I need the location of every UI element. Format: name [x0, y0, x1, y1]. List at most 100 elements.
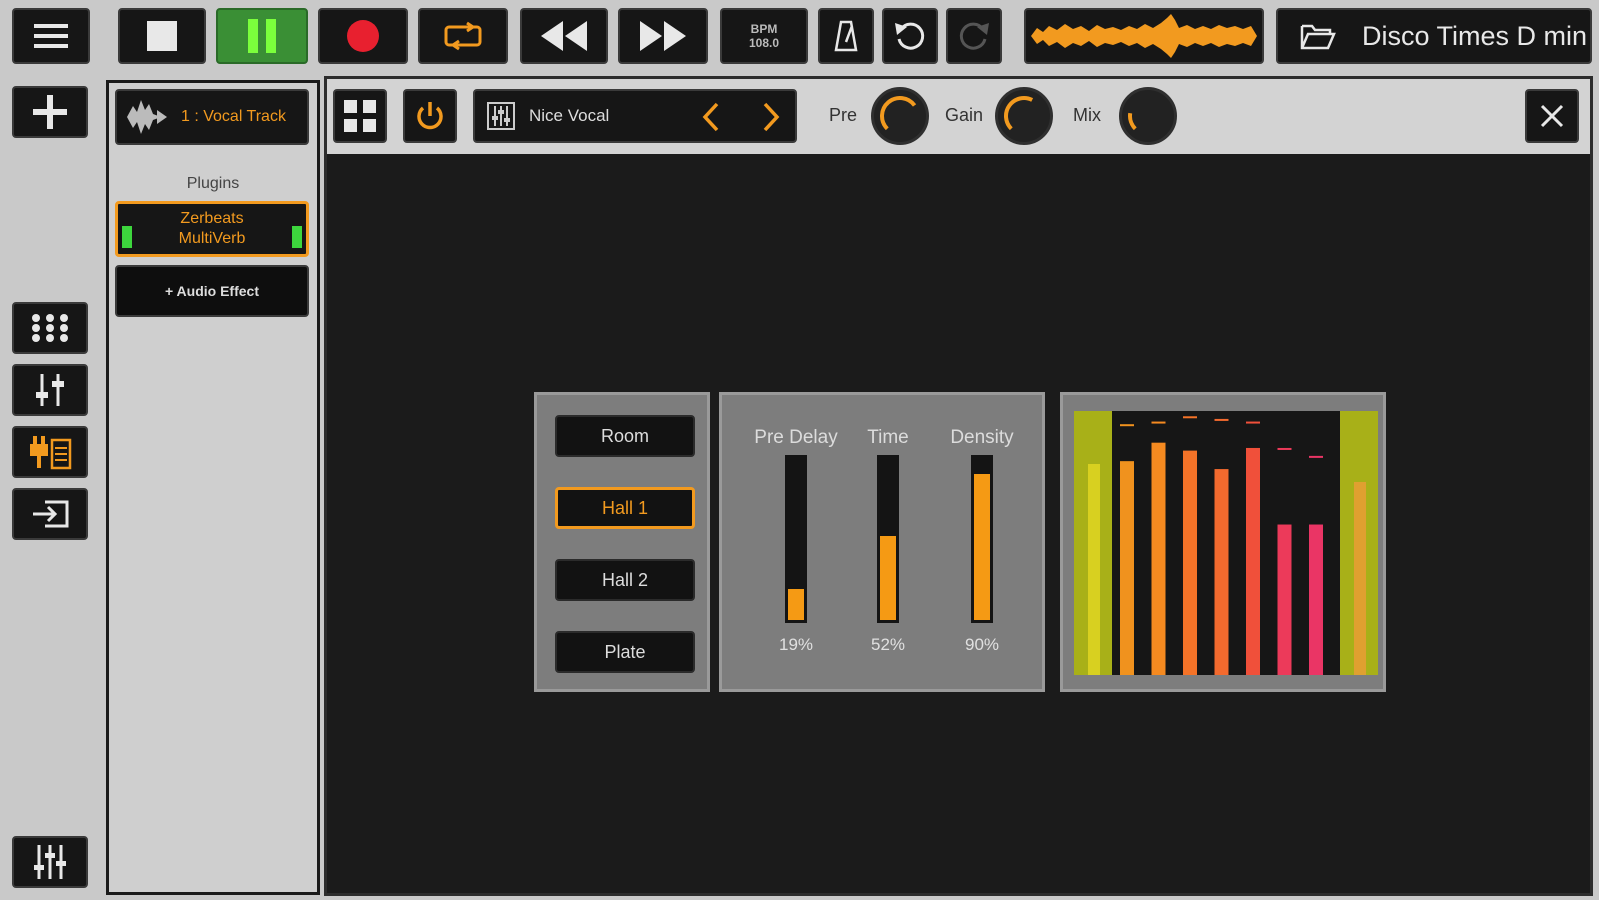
plugin-view-button[interactable] — [12, 426, 88, 478]
meter-display — [1074, 411, 1378, 675]
reverb-params-panel: Pre Delay 19% Time 52% Density 90% — [719, 392, 1045, 692]
plugin-name-line1: Zerbeats — [180, 210, 244, 227]
preset-plate-button[interactable]: Plate — [555, 631, 695, 673]
add-audio-effect-label: + Audio Effect — [165, 283, 259, 299]
undo-icon — [895, 22, 925, 50]
meter-bar — [1277, 524, 1292, 675]
plugin-chain-panel: 1 : Vocal Track Plugins Zerbeats MultiVe… — [106, 80, 320, 895]
mixer-view-button[interactable] — [12, 364, 88, 416]
plugin-editor-header: Nice Vocal Pre Gain Mix — [327, 79, 1590, 154]
plugins-heading: Plugins — [186, 175, 240, 192]
chevron-right-icon[interactable] — [761, 102, 781, 132]
pad-view-button[interactable] — [12, 302, 88, 354]
stop-icon — [147, 21, 177, 51]
gain-knob[interactable] — [995, 87, 1053, 145]
plugin-editor: Nice Vocal Pre Gain Mix Room Hall 1 Hall… — [324, 76, 1593, 896]
meter-peak — [1120, 424, 1134, 427]
redo-button[interactable] — [946, 8, 1002, 64]
project-title: Disco Times D min — [1362, 20, 1588, 51]
preset-name: Nice Vocal — [529, 106, 610, 125]
meter-peak — [1246, 421, 1260, 424]
meter-peak — [1183, 416, 1197, 419]
close-editor-button[interactable] — [1525, 89, 1579, 143]
meter-bar — [1183, 450, 1197, 675]
gain-knob-arc — [1004, 96, 1034, 131]
track-name: 1 : Vocal Track — [181, 108, 286, 125]
export-button[interactable] — [12, 488, 88, 540]
chevron-left-icon[interactable] — [701, 102, 721, 132]
reverb-meter-panel — [1060, 392, 1386, 692]
export-icon — [33, 500, 69, 528]
fast-forward-icon — [640, 21, 686, 51]
knob-level-arc — [1128, 112, 1137, 131]
record-icon — [347, 20, 379, 52]
pre-delay-slider[interactable] — [785, 455, 807, 623]
meter-peak — [1277, 447, 1292, 450]
meter-bars — [1120, 416, 1323, 675]
pre-delay-value: 19% — [778, 635, 814, 654]
track-header[interactable]: 1 : Vocal Track — [115, 89, 309, 145]
metronome-button[interactable] — [818, 8, 874, 64]
meter-bar — [1120, 461, 1134, 675]
bpm-label: BPM — [750, 22, 778, 36]
bpm-button[interactable]: BPM 108.0 — [720, 8, 808, 64]
play-button[interactable] — [216, 8, 308, 64]
pre-knob[interactable] — [871, 87, 929, 145]
pad-grid-icon — [32, 314, 68, 342]
plugin-grid-button[interactable] — [333, 89, 387, 143]
record-button[interactable] — [318, 8, 408, 64]
sliders-icon — [34, 845, 66, 879]
power-icon — [417, 102, 443, 130]
waveform-overview[interactable] — [1024, 8, 1264, 64]
preset-hall2-button[interactable]: Hall 2 — [555, 559, 695, 601]
folder-icon — [1300, 24, 1336, 50]
plug-icon — [30, 436, 72, 470]
knob-label-gain: Gain — [945, 105, 984, 125]
fast-forward-button[interactable] — [618, 8, 708, 64]
loop-icon — [444, 21, 482, 51]
stop-button[interactable] — [118, 8, 206, 64]
meter-bar — [1309, 524, 1323, 675]
plugin-slot-multiverb[interactable]: Zerbeats MultiVerb — [115, 201, 309, 257]
settings-mixer-button[interactable] — [12, 836, 88, 888]
audio-wave-icon — [127, 100, 167, 134]
knob-level-arc — [880, 96, 917, 131]
preset-room-button[interactable]: Room — [555, 415, 695, 457]
meter-bar — [1151, 442, 1166, 675]
plugin-name-line2: MultiVerb — [178, 230, 246, 247]
meter-bar — [1214, 469, 1229, 675]
left-rail — [0, 70, 100, 900]
mix-knob[interactable] — [1119, 87, 1177, 145]
preset-browser[interactable]: Nice Vocal — [473, 89, 797, 143]
rewind-icon — [541, 21, 587, 51]
density-label: Density — [950, 427, 1014, 448]
add-audio-effect-button[interactable]: + Audio Effect — [115, 265, 309, 317]
preset-icon — [487, 102, 515, 130]
pre-delay-fill — [788, 589, 804, 620]
time-slider[interactable] — [877, 455, 899, 623]
mix-knob-arc — [1128, 112, 1137, 131]
meter-peak — [1214, 418, 1229, 421]
plus-icon — [33, 95, 67, 129]
meter-peak — [1151, 421, 1166, 424]
density-fill — [974, 474, 990, 620]
time-value: 52% — [870, 635, 906, 654]
menu-button[interactable] — [12, 8, 90, 64]
time-fill — [880, 536, 896, 620]
waveform-icon — [1031, 14, 1257, 58]
density-slider[interactable] — [971, 455, 993, 623]
preset-hall1-button[interactable]: Hall 1 — [555, 487, 695, 529]
rewind-button[interactable] — [520, 8, 608, 64]
meter-peak — [1309, 455, 1323, 458]
knob-level-arc — [1004, 96, 1034, 131]
project-button[interactable]: Disco Times D min — [1276, 8, 1592, 64]
loop-button[interactable] — [418, 8, 508, 64]
density-value: 90% — [964, 635, 1000, 654]
plugin-power-button[interactable] — [403, 89, 457, 143]
faders-icon — [36, 374, 64, 406]
add-track-button[interactable] — [12, 86, 88, 138]
undo-button[interactable] — [882, 8, 938, 64]
close-icon — [1540, 104, 1564, 128]
reverb-type-panel: Room Hall 1 Hall 2 Plate — [534, 392, 710, 692]
pre-knob-arc — [880, 96, 917, 131]
